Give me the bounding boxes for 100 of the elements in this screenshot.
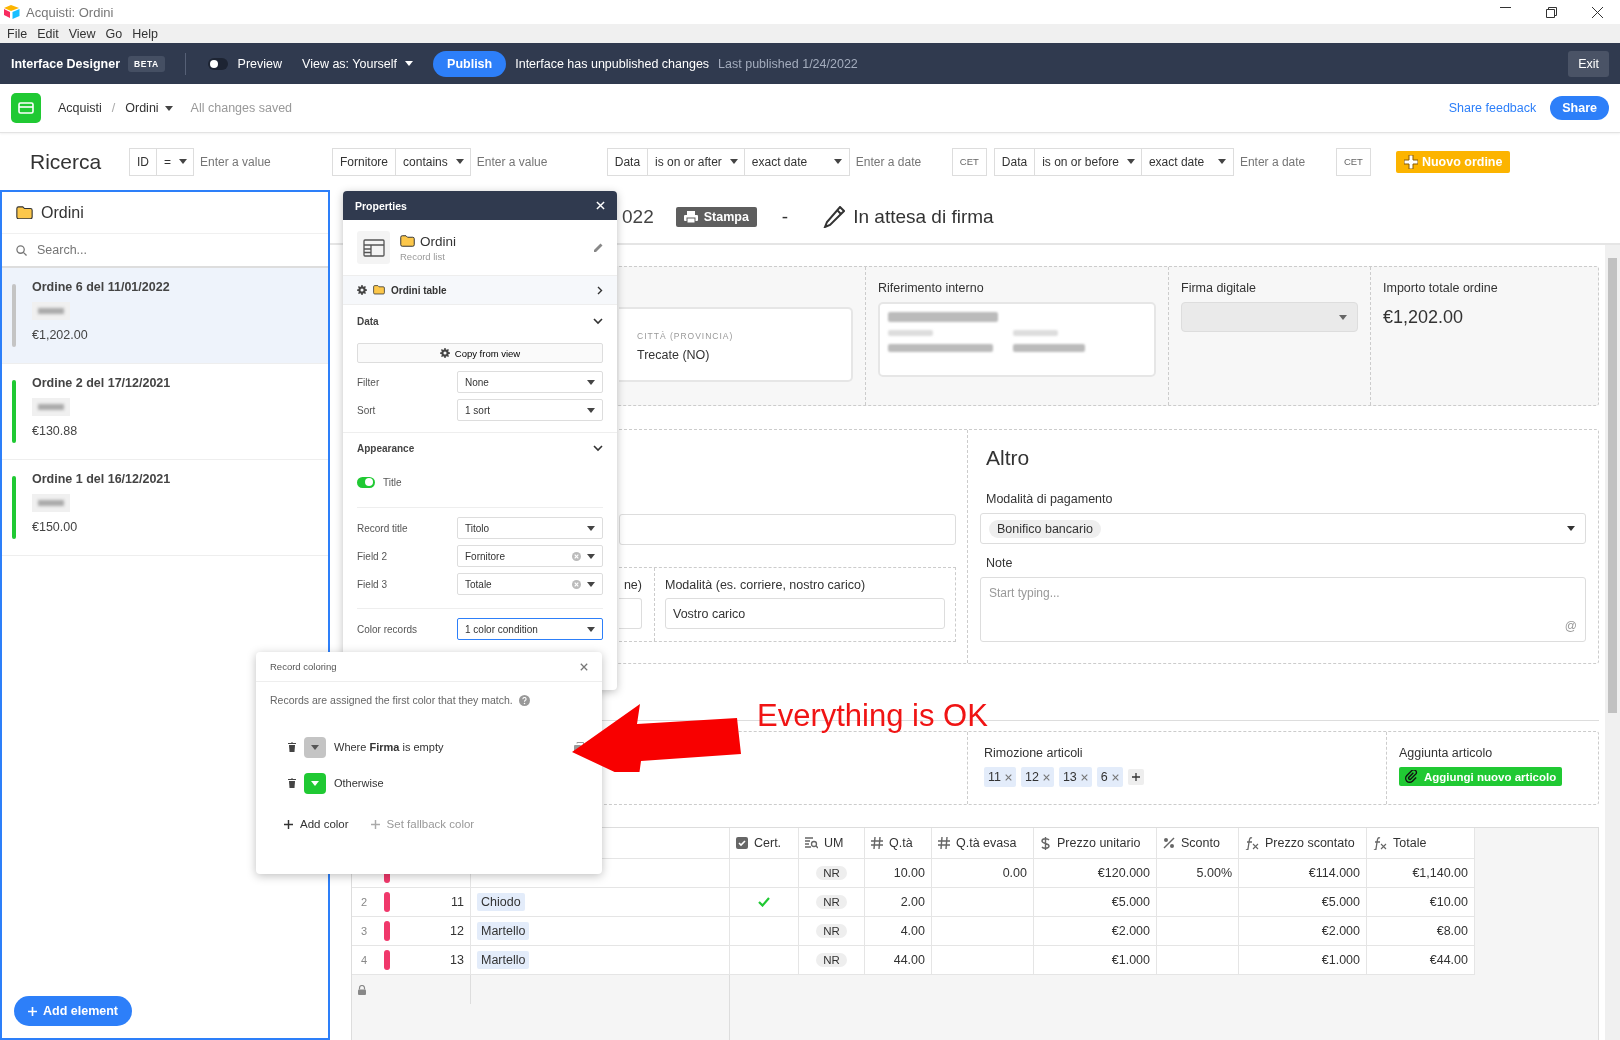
menu-item[interactable]: Go bbox=[100, 26, 128, 41]
item-tag[interactable]: 13 bbox=[1058, 767, 1092, 787]
preview-toggle[interactable] bbox=[207, 57, 228, 70]
filter-input[interactable]: Enter a value bbox=[193, 147, 325, 176]
table-cell: €1,140.00 bbox=[1412, 866, 1468, 880]
help-icon[interactable] bbox=[518, 694, 530, 706]
filter-input[interactable]: Enter a value bbox=[469, 147, 600, 176]
record-item[interactable]: Ordine 6 del 11/01/2022 €1,202.00 bbox=[2, 268, 328, 364]
operator-select[interactable]: = bbox=[156, 147, 194, 176]
input-field[interactable]: Vostro carico bbox=[665, 598, 945, 629]
blurred-text bbox=[32, 398, 70, 416]
column-header[interactable]: Q.tà bbox=[865, 828, 932, 858]
setting-select[interactable]: 1 sort bbox=[457, 399, 603, 421]
column-header[interactable]: Totale bbox=[1367, 828, 1475, 858]
color-swatch[interactable] bbox=[304, 736, 326, 758]
linked-record[interactable]: Chiodo bbox=[477, 893, 525, 911]
element-type: Record list bbox=[400, 250, 446, 262]
setting-select[interactable]: Fornitore bbox=[457, 545, 603, 567]
view-as-menu[interactable]: View as: Yourself bbox=[302, 56, 398, 71]
print-button[interactable]: Stampa bbox=[675, 206, 757, 227]
menu-item[interactable]: View bbox=[63, 26, 101, 41]
payment-select[interactable]: Bonifico bancario bbox=[980, 513, 1586, 544]
record-item[interactable]: Ordine 2 del 17/12/2021 €130.88 bbox=[2, 364, 328, 460]
setting-label: Record title bbox=[357, 522, 409, 534]
record-amount: €130.88 bbox=[32, 424, 79, 438]
element-name: Ordini bbox=[420, 233, 456, 249]
setting-select[interactable]: 1 color condition bbox=[457, 618, 603, 640]
date-mode-select[interactable]: exact date bbox=[743, 147, 850, 176]
clear-icon[interactable] bbox=[572, 579, 581, 589]
remove-icon[interactable] bbox=[1042, 773, 1050, 781]
table-cell: 44.00 bbox=[893, 953, 925, 967]
setting-select[interactable]: Totale bbox=[457, 573, 603, 595]
operator-select[interactable]: is on or after bbox=[647, 147, 745, 176]
source-row[interactable]: Ordini table bbox=[343, 275, 617, 305]
chevron-down-icon[interactable] bbox=[593, 444, 603, 452]
filter-field: Data bbox=[993, 147, 1036, 176]
column-header[interactable]: Q.tà evasa bbox=[932, 828, 1034, 858]
minimize-icon[interactable] bbox=[1499, 6, 1511, 8]
record-title: Ordine 1 del 16/12/2021 bbox=[32, 472, 171, 486]
number-icon bbox=[871, 837, 883, 849]
remove-icon[interactable] bbox=[1005, 773, 1012, 781]
table-cell: 11 bbox=[451, 895, 464, 909]
exit-button[interactable]: Exit bbox=[1568, 50, 1609, 77]
linked-record[interactable]: Martello bbox=[477, 951, 530, 969]
feedback-link[interactable]: Share feedback bbox=[1448, 101, 1537, 115]
copy-from-view-button[interactable]: Copy from view bbox=[357, 343, 603, 363]
operator-select[interactable]: contains bbox=[395, 147, 471, 176]
folder-icon bbox=[373, 285, 385, 295]
menu-item[interactable]: Edit bbox=[32, 26, 64, 41]
clear-icon[interactable] bbox=[572, 551, 581, 561]
chevron-down-icon[interactable] bbox=[593, 317, 603, 325]
share-button[interactable]: Share bbox=[1550, 96, 1609, 120]
publish-button[interactable]: Publish bbox=[433, 50, 507, 77]
column-header[interactable]: Prezzo scontato bbox=[1239, 828, 1367, 858]
menu-item[interactable]: Help bbox=[127, 26, 163, 41]
date-mode-select[interactable]: exact date bbox=[1140, 147, 1234, 176]
page-menu[interactable]: Ordini bbox=[125, 101, 159, 115]
setting-select[interactable]: Titolo bbox=[457, 517, 603, 539]
remove-icon[interactable] bbox=[1111, 773, 1119, 781]
column-header[interactable]: Prezzo unitario bbox=[1034, 828, 1157, 858]
restore-icon[interactable] bbox=[1545, 6, 1557, 18]
column-header[interactable]: Cert. bbox=[730, 828, 799, 858]
item-tag[interactable]: 11 bbox=[984, 767, 1016, 787]
search-icon bbox=[16, 244, 27, 256]
title-toggle[interactable] bbox=[357, 476, 375, 488]
table-cell: 13 bbox=[450, 953, 464, 967]
toggle-label: Title bbox=[383, 476, 402, 488]
column-header[interactable]: Sconto bbox=[1157, 828, 1239, 858]
color-condition[interactable]: Otherwise bbox=[288, 772, 584, 794]
caret-icon bbox=[179, 159, 187, 164]
filter-input[interactable]: Enter a date bbox=[848, 147, 953, 176]
remove-icon[interactable] bbox=[1080, 773, 1088, 781]
list-title: Ordini bbox=[41, 203, 84, 222]
unit-tag: NR bbox=[816, 953, 847, 967]
table-cell: €114.000 bbox=[1308, 866, 1360, 880]
input-field[interactable] bbox=[619, 514, 956, 545]
record-item[interactable]: Ordine 1 del 16/12/2021 €150.00 bbox=[2, 460, 328, 556]
scrollbar[interactable] bbox=[1605, 245, 1620, 1040]
trash-icon[interactable] bbox=[288, 778, 296, 788]
item-tag[interactable]: 6 bbox=[1096, 767, 1123, 787]
gear-icon bbox=[439, 348, 450, 358]
operator-select[interactable]: is on or before bbox=[1034, 147, 1142, 176]
trash-icon[interactable] bbox=[288, 742, 296, 752]
add-color-button[interactable]: Add color bbox=[284, 818, 349, 830]
color-swatch[interactable] bbox=[304, 772, 326, 794]
setting-select[interactable]: None bbox=[457, 371, 603, 393]
menu-item[interactable]: File bbox=[2, 26, 33, 41]
add-tag-button[interactable] bbox=[1127, 769, 1144, 785]
linked-record[interactable]: Martello bbox=[477, 922, 530, 940]
setting-label: Field 2 bbox=[357, 550, 388, 562]
close-icon[interactable] bbox=[1591, 6, 1603, 18]
edit-icon[interactable] bbox=[593, 242, 603, 253]
app-icon[interactable] bbox=[11, 93, 41, 123]
input-field[interactable] bbox=[619, 598, 642, 629]
base-link[interactable]: Acquisti bbox=[58, 101, 102, 115]
table-cell: 2.00 bbox=[900, 895, 925, 909]
filter-input[interactable]: Enter a date bbox=[1232, 147, 1337, 176]
add-element-button[interactable]: Add element bbox=[14, 996, 132, 1026]
column-header[interactable]: UM bbox=[799, 828, 865, 858]
item-tag[interactable]: 12 bbox=[1021, 767, 1054, 787]
